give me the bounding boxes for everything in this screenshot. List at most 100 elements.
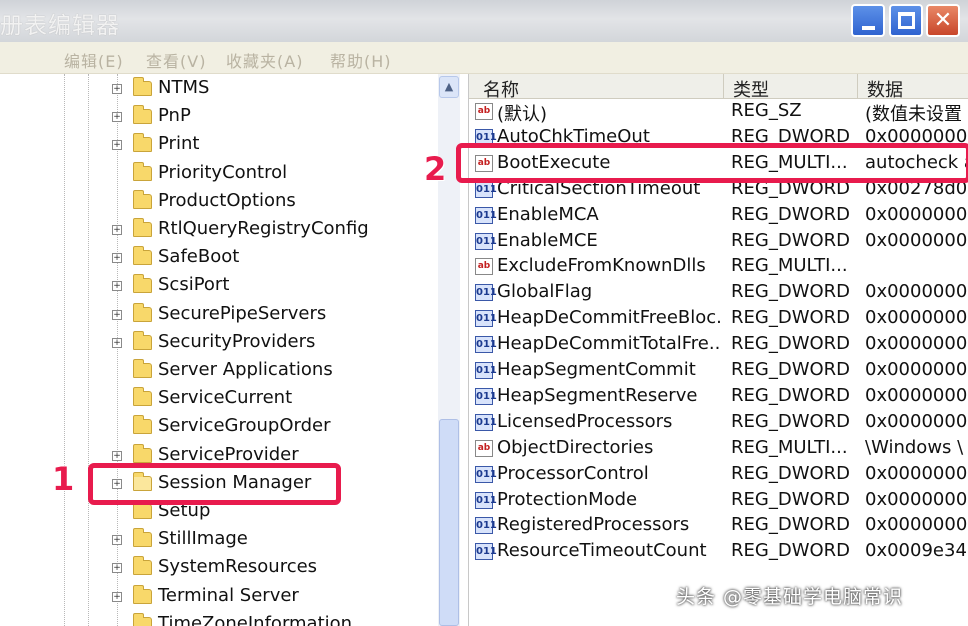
dword-value-icon: 011: [475, 232, 497, 250]
tree-node[interactable]: ServiceCurrent: [112, 385, 442, 413]
value-row[interactable]: 011 EnableMCE REG_DWORD 0x0000000: [469, 229, 968, 255]
tree-node[interactable]: + Terminal Server: [112, 583, 442, 611]
tree-node[interactable]: PriorityControl: [112, 160, 442, 188]
expand-icon[interactable]: +: [112, 337, 122, 348]
expand-icon[interactable]: +: [112, 535, 122, 546]
value-data: 0x0000000: [865, 462, 968, 484]
expand-icon[interactable]: +: [112, 253, 122, 264]
value-type: REG_MULTI...: [731, 255, 848, 277]
folder-icon: [133, 584, 152, 604]
title-bar: 册表编辑器 ✕: [0, 0, 968, 42]
tree-node[interactable]: + SecurityProviders: [112, 329, 442, 357]
value-row[interactable]: 011 GlobalFlag REG_DWORD 0x0000000: [469, 280, 968, 306]
expand-icon[interactable]: +: [112, 140, 122, 151]
tree-node[interactable]: + NTMS: [112, 75, 442, 103]
column-divider[interactable]: [723, 74, 724, 99]
menu-view[interactable]: 查看(V): [146, 48, 206, 72]
dword-value-icon: 011: [475, 206, 497, 224]
value-row[interactable]: 011 HeapSegmentCommit REG_DWORD 0x0000000: [469, 358, 968, 384]
value-row[interactable]: 011 ResourceTimeoutCount REG_DWORD 0x0009e3…: [469, 539, 968, 565]
value-name: EnableMCA: [497, 203, 599, 225]
value-row[interactable]: 011 LicensedProcessors REG_DWORD 0x0000000: [469, 410, 968, 436]
expand-icon[interactable]: +: [112, 112, 122, 123]
value-data: (数值未设置: [865, 104, 963, 125]
value-row[interactable]: 011 HeapSegmentReserve REG_DWORD 0x0000000: [469, 384, 968, 410]
tree-node[interactable]: + PnP: [112, 103, 442, 131]
expand-icon[interactable]: +: [112, 563, 122, 574]
folder-icon: [133, 330, 152, 350]
folder-icon: [133, 189, 152, 209]
value-name: ObjectDirectories: [497, 436, 654, 458]
tree-node[interactable]: + StillImage: [112, 526, 442, 554]
value-data: \Windows \: [865, 436, 964, 458]
tree-node-label: Print: [158, 133, 200, 155]
tree-node[interactable]: + ScsiPort: [112, 272, 442, 300]
tree-node[interactable]: + SafeBoot: [112, 244, 442, 272]
watermark-text: 头条 @零基础学电脑常识: [676, 586, 904, 608]
dword-value-icon: 011: [475, 310, 497, 328]
menu-edit[interactable]: 编辑(E): [64, 48, 124, 72]
expand-icon[interactable]: +: [112, 450, 122, 461]
tree-node[interactable]: + RtlQueryRegistryConfig: [112, 216, 442, 244]
close-button[interactable]: ✕: [926, 4, 960, 37]
value-data: 0x0000000: [865, 203, 968, 225]
value-type: REG_DWORD: [731, 488, 851, 510]
scroll-up-button[interactable]: ▲: [439, 76, 459, 98]
expand-icon[interactable]: +: [112, 281, 122, 292]
value-name: (默认): [497, 104, 548, 125]
value-row[interactable]: ab ExcludeFromKnownDlls REG_MULTI...: [469, 254, 968, 280]
tree-node-label: SecurePipeServers: [158, 302, 327, 324]
expand-icon[interactable]: +: [112, 84, 122, 94]
value-data: 0x0000000: [865, 410, 968, 432]
scroll-thumb[interactable]: [439, 419, 459, 626]
value-row[interactable]: ab (默认) REG_SZ (数值未设置: [469, 99, 968, 125]
value-row[interactable]: 011 RegisteredProcessors REG_DWORD 0x000000…: [469, 513, 968, 539]
expand-icon[interactable]: +: [112, 225, 122, 235]
value-type: REG_DWORD: [731, 410, 851, 432]
tree-node[interactable]: + SecurePipeServers: [112, 301, 442, 329]
value-data: 0x0000000: [865, 359, 968, 380]
tree-node[interactable]: + Print: [112, 131, 442, 159]
value-name: RegisteredProcessors: [497, 514, 690, 536]
dword-value-icon: 011: [475, 387, 497, 405]
tree-guide-line: [88, 74, 89, 626]
value-row[interactable]: 011 HeapDeCommitTotalFre... REG_DWORD 0x000…: [469, 332, 968, 358]
value-name: HeapDeCommitTotalFre...: [497, 333, 721, 355]
value-name: ProtectionMode: [497, 488, 638, 510]
value-row[interactable]: 011 ProcessorControl REG_DWORD 0x0000000: [469, 462, 968, 488]
value-data: 0x0000000: [865, 514, 968, 536]
value-row[interactable]: ab ObjectDirectories REG_MULTI... \Windows …: [469, 436, 968, 462]
folder-icon: [133, 443, 152, 463]
expand-icon[interactable]: +: [112, 591, 122, 602]
chevron-up-icon: ▲: [444, 80, 454, 93]
column-divider[interactable]: [857, 74, 858, 99]
dword-value-icon: 011: [475, 284, 497, 302]
minimize-button[interactable]: [851, 4, 885, 37]
tree-node[interactable]: Server Applications: [112, 357, 442, 385]
tree-node[interactable]: ServiceGroupOrder: [112, 413, 442, 441]
folder-icon: [133, 359, 152, 378]
value-type: REG_DWORD: [731, 203, 851, 225]
value-row[interactable]: 011 EnableMCA REG_DWORD 0x0000000: [469, 203, 968, 229]
value-row[interactable]: 011 ProtectionMode REG_DWORD 0x0000000: [469, 488, 968, 514]
value-type: REG_DWORD: [731, 384, 851, 406]
menu-help[interactable]: 帮助(H): [330, 48, 392, 72]
tree-guide-line: [64, 74, 65, 626]
value-name: GlobalFlag: [497, 281, 593, 303]
tree-node-label: StillImage: [158, 528, 248, 550]
menu-favorites[interactable]: 收藏夹(A): [226, 48, 303, 72]
value-row[interactable]: 011 HeapDeCommitFreeBloc... REG_DWORD 0x000…: [469, 306, 968, 332]
value-name: HeapSegmentCommit: [497, 359, 696, 380]
value-type: REG_DWORD: [731, 229, 851, 251]
tree-node-label: ServiceProvider: [158, 443, 299, 465]
tree-node[interactable]: ProductOptions: [112, 188, 442, 216]
maximize-button[interactable]: [889, 4, 923, 37]
tree-node[interactable]: TimeZoneInformation: [112, 611, 442, 626]
value-type: REG_SZ: [731, 100, 802, 121]
expand-icon[interactable]: +: [112, 309, 122, 320]
value-type: REG_DWORD: [731, 462, 851, 484]
value-data: 0x0000000: [865, 229, 968, 251]
tree-node[interactable]: + SystemResources: [112, 554, 442, 582]
tree-node-label: TimeZoneInformation: [158, 612, 353, 626]
string-value-icon: ab: [475, 439, 493, 457]
